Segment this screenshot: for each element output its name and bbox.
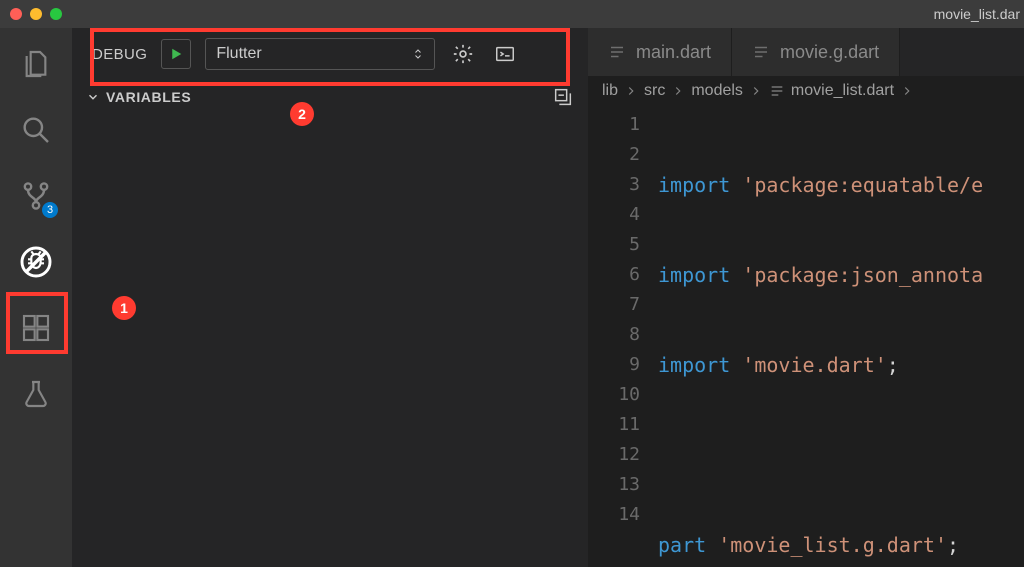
source-control-activity[interactable]: 3 [16,176,56,216]
tab-label: movie.g.dart [780,42,879,63]
minimize-window-button[interactable] [30,8,42,20]
close-window-button[interactable] [10,8,22,20]
tab-movie-g-dart[interactable]: movie.g.dart [732,28,900,76]
gear-icon [452,43,474,65]
editor-group: main.dart movie.g.dart lib src models mo… [588,28,1024,567]
chevron-right-icon [749,84,763,98]
crumb-file[interactable]: movie_list.dart [769,82,914,100]
search-icon [20,114,52,146]
window-title: movie_list.dar [930,0,1024,28]
explorer-activity[interactable] [16,44,56,84]
terminal-icon [494,43,516,65]
files-icon [20,48,52,80]
debug-console-button[interactable] [491,40,519,68]
dart-file-icon [769,83,785,99]
code-editor[interactable]: 1234567891011121314 import 'package:equa… [588,106,1024,567]
extensions-activity[interactable] [16,308,56,348]
line-numbers: 1234567891011121314 [588,106,658,567]
debug-config-select[interactable]: Flutter [205,38,435,70]
crumb-models[interactable]: models [691,82,763,100]
crumb-src[interactable]: src [644,82,685,100]
tab-label: main.dart [636,42,711,63]
testing-activity[interactable] [16,374,56,414]
chevron-right-icon [671,84,685,98]
start-debug-button[interactable] [161,39,191,69]
code-content[interactable]: import 'package:equatable/e import 'pack… [658,106,983,567]
debug-sidebar: DEBUG Flutter VARIABLES 2 1 [72,28,588,567]
maximize-window-button[interactable] [50,8,62,20]
no-bug-icon [20,246,52,278]
search-activity[interactable] [16,110,56,150]
crumb-lib[interactable]: lib [602,82,638,100]
chevron-right-icon [900,84,914,98]
debug-toolbar: DEBUG Flutter [72,28,588,80]
chevron-down-icon [86,90,100,104]
tab-main-dart[interactable]: main.dart [588,28,732,76]
debug-config-name: Flutter [216,45,261,63]
play-icon [167,45,185,63]
debug-label: DEBUG [92,46,147,63]
window-titlebar: movie_list.dar [0,0,1024,28]
dart-file-icon [608,43,626,61]
beaker-icon [20,378,52,410]
chevron-right-icon [624,84,638,98]
variables-section-header[interactable]: VARIABLES [72,80,588,112]
activity-bar: 3 [0,28,72,567]
debug-settings-button[interactable] [449,40,477,68]
variables-label: VARIABLES [106,89,191,105]
scm-badge: 3 [42,202,58,218]
dart-file-icon [752,43,770,61]
breadcrumbs[interactable]: lib src models movie_list.dart [588,76,1024,106]
debug-activity[interactable] [16,242,56,282]
extensions-icon [20,312,52,344]
collapse-all-icon[interactable] [552,86,574,108]
window-controls [10,8,62,20]
annotation-callout-1: 1 [112,296,136,320]
chevron-updown-icon [412,46,424,62]
editor-tabs: main.dart movie.g.dart [588,28,1024,76]
